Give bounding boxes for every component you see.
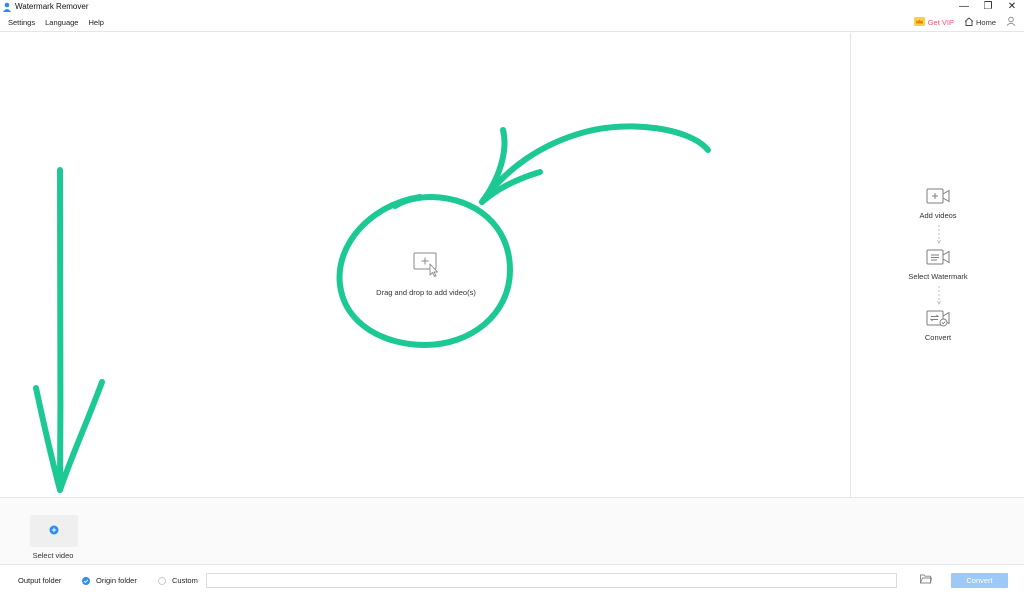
menu-language[interactable]: Language bbox=[45, 18, 78, 27]
minimize-icon: — bbox=[959, 1, 969, 12]
step-convert: Convert bbox=[851, 309, 1024, 342]
step-add-videos: Add videos bbox=[851, 187, 1024, 220]
menu-help[interactable]: Help bbox=[88, 18, 103, 27]
add-video-icon bbox=[926, 187, 950, 208]
home-button[interactable]: Home bbox=[964, 17, 996, 28]
convert-icon bbox=[926, 309, 950, 330]
custom-label: Custom bbox=[172, 576, 198, 585]
home-label: Home bbox=[975, 18, 996, 27]
convert-button[interactable]: Convert bbox=[951, 573, 1008, 588]
menu-settings[interactable]: Settings bbox=[8, 18, 35, 27]
menu-right-group: Get VIP Home bbox=[913, 13, 1016, 32]
dropzone[interactable]: Drag and drop to add video(s) bbox=[368, 251, 484, 331]
steps-panel: Add videos Select Watermark Convert bbox=[850, 33, 1024, 497]
menu-bar: Settings Language Help Get VIP Home bbox=[0, 13, 1024, 32]
app-logo-icon bbox=[2, 2, 12, 12]
main-drop-area[interactable]: Drag and drop to add video(s) bbox=[0, 33, 850, 497]
radio-checked-icon bbox=[82, 576, 90, 585]
user-account-button[interactable] bbox=[1006, 16, 1016, 29]
step-label: Select Watermark bbox=[908, 272, 968, 281]
crown-icon bbox=[913, 17, 925, 28]
step-label: Convert bbox=[924, 333, 952, 342]
output-bar: Output folder Origin folder Custom Conve… bbox=[0, 564, 1024, 596]
window-controls: — ❐ ✕ bbox=[952, 0, 1024, 13]
custom-folder-radio[interactable]: Custom bbox=[158, 576, 198, 585]
close-button[interactable]: ✕ bbox=[1000, 0, 1024, 13]
get-vip-button[interactable]: Get VIP bbox=[913, 17, 954, 28]
close-icon: ✕ bbox=[1007, 1, 1017, 12]
origin-folder-radio[interactable]: Origin folder bbox=[82, 576, 137, 585]
restore-button[interactable]: ❐ bbox=[976, 0, 1000, 13]
get-vip-label: Get VIP bbox=[927, 18, 954, 27]
plus-circle-icon bbox=[49, 525, 59, 538]
output-folder-label: Output folder bbox=[18, 576, 62, 585]
video-queue: Select video bbox=[0, 497, 1024, 564]
step-connector bbox=[937, 225, 941, 244]
home-icon bbox=[964, 17, 974, 28]
dropzone-label: Drag and drop to add video(s) bbox=[376, 288, 476, 297]
user-icon bbox=[1006, 16, 1016, 29]
add-video-drop-icon bbox=[411, 251, 441, 280]
folder-icon bbox=[920, 574, 933, 587]
output-path-input[interactable] bbox=[206, 573, 897, 588]
step-select-watermark: Select Watermark bbox=[851, 248, 1024, 281]
select-watermark-icon bbox=[926, 248, 950, 269]
browse-folder-button[interactable] bbox=[919, 574, 933, 587]
minimize-button[interactable]: — bbox=[952, 0, 976, 13]
select-video-button[interactable] bbox=[30, 515, 78, 547]
radio-unchecked-icon bbox=[158, 576, 166, 585]
window-title: Watermark Remover bbox=[15, 2, 89, 11]
origin-folder-label: Origin folder bbox=[96, 576, 137, 585]
restore-icon: ❐ bbox=[983, 1, 993, 12]
title-bar: Watermark Remover — ❐ ✕ bbox=[0, 0, 1024, 13]
step-connector bbox=[937, 286, 941, 305]
select-video-label: Select video bbox=[32, 551, 74, 560]
step-label: Add videos bbox=[919, 211, 957, 220]
